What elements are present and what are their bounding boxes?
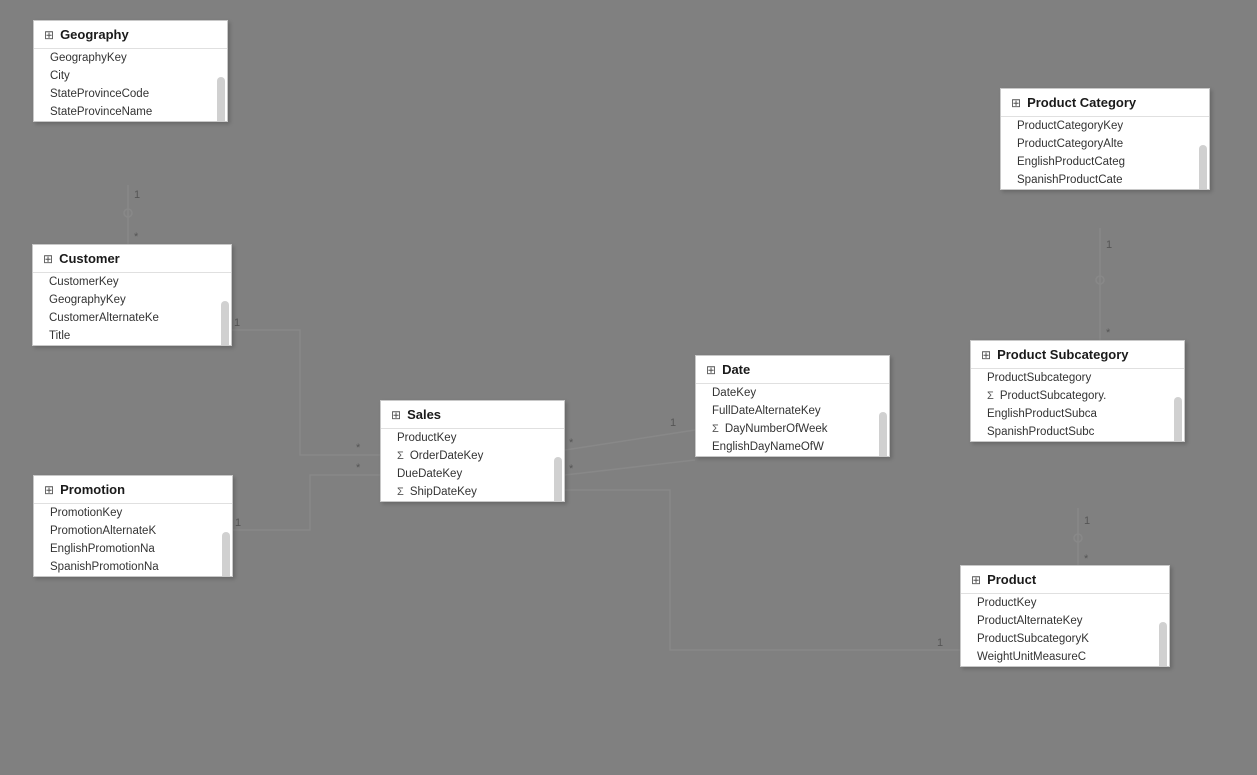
table-icon: ⊞: [971, 573, 981, 587]
product-subcategory-scrollbar[interactable]: [1174, 397, 1182, 441]
product-title: Product: [987, 572, 1036, 587]
list-item: ProductSubcategoryK: [961, 630, 1169, 648]
product-subcategory-header: ⊞ Product Subcategory: [971, 341, 1184, 369]
list-item: ProductKey: [381, 429, 564, 447]
list-item: PromotionAlternateK: [34, 522, 232, 540]
list-item: EnglishProductCateg: [1001, 153, 1209, 171]
list-item: ΣOrderDateKey: [381, 447, 564, 465]
list-item: StateProvinceCode: [34, 85, 227, 103]
svg-text:*: *: [1084, 553, 1089, 565]
svg-text:1: 1: [235, 517, 241, 529]
list-item: WeightUnitMeasureC: [961, 648, 1169, 666]
customer-table: ⊞ Customer CustomerKey GeographyKey Cust…: [32, 244, 232, 346]
list-item: ProductAlternateKey: [961, 612, 1169, 630]
list-item: PromotionKey: [34, 504, 232, 522]
table-icon: ⊞: [43, 252, 53, 266]
customer-scrollbar[interactable]: [221, 301, 229, 345]
geography-scrollbar[interactable]: [217, 77, 225, 121]
sales-scrollbar[interactable]: [554, 457, 562, 501]
list-item: EnglishProductSubca: [971, 405, 1184, 423]
list-item: DateKey: [696, 384, 889, 402]
promotion-scrollbar[interactable]: [222, 532, 230, 576]
list-item: EnglishPromotionNa: [34, 540, 232, 558]
promotion-table: ⊞ Promotion PromotionKey PromotionAltern…: [33, 475, 233, 577]
list-item: CustomerKey: [33, 273, 231, 291]
geography-header: ⊞ Geography: [34, 21, 227, 49]
svg-text:1: 1: [234, 317, 240, 329]
customer-body: CustomerKey GeographyKey CustomerAlterna…: [33, 273, 231, 345]
list-item: ProductCategoryKey: [1001, 117, 1209, 135]
list-item: Title: [33, 327, 231, 345]
product-subcategory-title: Product Subcategory: [997, 347, 1128, 362]
sales-header: ⊞ Sales: [381, 401, 564, 429]
list-item: CustomerAlternateKe: [33, 309, 231, 327]
list-item: SpanishPromotionNa: [34, 558, 232, 576]
product-category-scrollbar[interactable]: [1199, 145, 1207, 189]
date-table: ⊞ Date DateKey FullDateAlternateKey ΣDay…: [695, 355, 890, 457]
geography-body: GeographyKey City StateProvinceCode Stat…: [34, 49, 227, 121]
customer-header: ⊞ Customer: [33, 245, 231, 273]
promotion-body: PromotionKey PromotionAlternateK English…: [34, 504, 232, 576]
list-item: ProductKey: [961, 594, 1169, 612]
list-item: ProductSubcategory: [971, 369, 1184, 387]
table-icon: ⊞: [44, 28, 54, 42]
customer-title: Customer: [59, 251, 120, 266]
list-item: ProductCategoryAlte: [1001, 135, 1209, 153]
svg-text:*: *: [134, 231, 139, 243]
list-item: StateProvinceName: [34, 103, 227, 121]
date-body: DateKey FullDateAlternateKey ΣDayNumberO…: [696, 384, 889, 456]
product-category-header: ⊞ Product Category: [1001, 89, 1209, 117]
table-icon: ⊞: [44, 483, 54, 497]
svg-text:*: *: [1106, 327, 1111, 339]
svg-text:*: *: [569, 437, 574, 449]
diagram-canvas: 1 * 1 * 1 * * 1 * 1 1 * 1 * ⊞ Geog: [0, 0, 1257, 775]
svg-text:1: 1: [134, 189, 140, 201]
list-item: SpanishProductCate: [1001, 171, 1209, 189]
list-item: GeographyKey: [34, 49, 227, 67]
list-item: EnglishDayNameOfW: [696, 438, 889, 456]
sales-title: Sales: [407, 407, 441, 422]
sales-table: ⊞ Sales ProductKey ΣOrderDateKey DueDate…: [380, 400, 565, 502]
geography-table: ⊞ Geography GeographyKey City StateProvi…: [33, 20, 228, 122]
date-title: Date: [722, 362, 750, 377]
list-item: SpanishProductSubc: [971, 423, 1184, 441]
svg-text:1: 1: [670, 417, 676, 429]
product-header: ⊞ Product: [961, 566, 1169, 594]
product-subcategory-table: ⊞ Product Subcategory ProductSubcategory…: [970, 340, 1185, 442]
table-icon: ⊞: [391, 408, 401, 422]
product-scrollbar[interactable]: [1159, 622, 1167, 666]
date-scrollbar[interactable]: [879, 412, 887, 456]
promotion-title: Promotion: [60, 482, 125, 497]
svg-text:1: 1: [1084, 515, 1090, 527]
svg-text:*: *: [569, 463, 574, 475]
list-item: ΣDayNumberOfWeek: [696, 420, 889, 438]
list-item: DueDateKey: [381, 465, 564, 483]
table-icon: ⊞: [706, 363, 716, 377]
table-icon: ⊞: [1011, 96, 1021, 110]
list-item: ΣShipDateKey: [381, 483, 564, 501]
list-item: City: [34, 67, 227, 85]
list-item: GeographyKey: [33, 291, 231, 309]
product-category-body: ProductCategoryKey ProductCategoryAlte E…: [1001, 117, 1209, 189]
promotion-header: ⊞ Promotion: [34, 476, 232, 504]
product-category-table: ⊞ Product Category ProductCategoryKey Pr…: [1000, 88, 1210, 190]
svg-text:*: *: [356, 442, 361, 454]
date-header: ⊞ Date: [696, 356, 889, 384]
product-table: ⊞ Product ProductKey ProductAlternateKey…: [960, 565, 1170, 667]
svg-text:1: 1: [937, 637, 943, 649]
product-body: ProductKey ProductAlternateKey ProductSu…: [961, 594, 1169, 666]
svg-text:1: 1: [1106, 239, 1112, 251]
geography-title: Geography: [60, 27, 129, 42]
product-subcategory-body: ProductSubcategory ΣProductSubcategory. …: [971, 369, 1184, 441]
sales-body: ProductKey ΣOrderDateKey DueDateKey ΣShi…: [381, 429, 564, 501]
table-icon: ⊞: [981, 348, 991, 362]
svg-text:*: *: [356, 462, 361, 474]
list-item: ΣProductSubcategory.: [971, 387, 1184, 405]
product-category-title: Product Category: [1027, 95, 1136, 110]
list-item: FullDateAlternateKey: [696, 402, 889, 420]
